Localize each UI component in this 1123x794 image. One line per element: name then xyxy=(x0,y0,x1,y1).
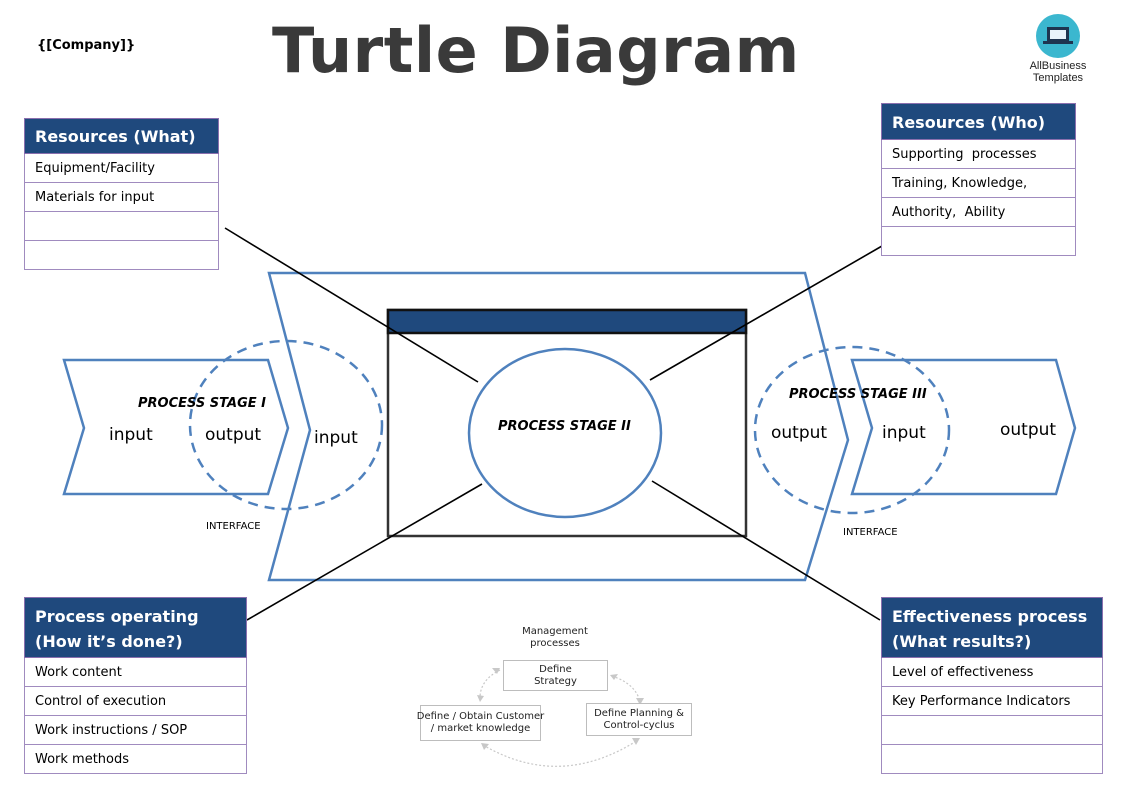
interface-left-label: INTERFACE xyxy=(206,521,261,532)
resources-what-header: Resources (What) xyxy=(24,118,219,154)
cycle-arrow-customer-planning xyxy=(482,739,639,767)
arrowhead xyxy=(610,674,618,680)
stage2-output-label: output xyxy=(771,423,828,443)
table-row xyxy=(881,227,1076,256)
arrowhead xyxy=(632,738,640,745)
cycle-arrow-strategy-customer xyxy=(479,669,501,699)
table-row: Authority, Ability xyxy=(881,198,1076,227)
management-title: Management processes xyxy=(505,626,605,650)
stage1-output-label: output xyxy=(205,425,262,445)
define-customer-box: Define / Obtain Customer / market knowle… xyxy=(417,705,544,741)
management-title-line1: Management xyxy=(522,626,588,637)
resources-what-table: Resources (What) Equipment/Facility Mate… xyxy=(24,118,219,270)
effectiveness-table: Effectiveness process (What results?) Le… xyxy=(881,597,1103,774)
customer-line1: Define / Obtain Customer xyxy=(416,711,545,722)
table-row: Work content xyxy=(24,658,247,687)
stage3-output-label: output xyxy=(1000,420,1057,440)
effectiveness-header: Effectiveness process (What results?) xyxy=(881,597,1103,658)
table-row: Training, Knowledge, xyxy=(881,169,1076,198)
stage3-input-label: input xyxy=(882,423,926,443)
stage3-label: PROCESS STAGE III xyxy=(789,387,927,402)
table-row xyxy=(881,716,1103,745)
strategy-line2: Strategy xyxy=(534,675,577,687)
table-row: Equipment/Facility xyxy=(24,154,219,183)
process-operating-table: Process operating (How it’s done?) Work … xyxy=(24,597,247,774)
resources-who-table: Resources (Who) Supporting processes Tra… xyxy=(881,103,1076,256)
cycle-arrow-strategy-planning xyxy=(611,675,641,703)
planning-line1: Define Planning & xyxy=(594,707,684,719)
table-row xyxy=(24,241,219,270)
customer-line2: / market knowledge xyxy=(430,723,531,734)
planning-line2: Control-cyclus xyxy=(603,719,675,731)
table-row: Level of effectiveness xyxy=(881,658,1103,687)
table-row: Materials for input xyxy=(24,183,219,212)
table-row: Key Performance Indicators xyxy=(881,687,1103,716)
table-row: Supporting processes xyxy=(881,140,1076,169)
header-line: (How it’s done?) xyxy=(35,632,183,651)
header-line: Effectiveness process xyxy=(892,607,1088,626)
header-line: Process operating xyxy=(35,607,199,626)
table-row: Control of execution xyxy=(24,687,247,716)
management-title-line2: processes xyxy=(530,638,580,649)
process-box-header xyxy=(386,308,748,335)
interface-right-label: INTERFACE xyxy=(843,527,898,538)
table-row: Work methods xyxy=(24,745,247,774)
arrowhead xyxy=(481,743,489,750)
stage1-input-label: input xyxy=(109,425,153,445)
connector-how xyxy=(246,483,483,621)
stage2-label: PROCESS STAGE II xyxy=(498,419,631,434)
connector-effectiveness xyxy=(651,480,881,621)
table-row: Work instructions / SOP xyxy=(24,716,247,745)
strategy-line1: Define xyxy=(539,663,572,675)
header-line: (What results?) xyxy=(892,632,1032,651)
arrowhead xyxy=(477,695,484,702)
stage1-label: PROCESS STAGE I xyxy=(138,396,266,411)
define-strategy-box: Define Strategy xyxy=(503,660,608,691)
resources-who-header: Resources (Who) xyxy=(881,103,1076,140)
table-row xyxy=(24,212,219,241)
define-planning-box: Define Planning & Control-cyclus xyxy=(586,703,692,736)
stage2-input-label: input xyxy=(314,428,358,448)
process-operating-header: Process operating (How it’s done?) xyxy=(24,597,247,658)
table-row xyxy=(881,745,1103,774)
